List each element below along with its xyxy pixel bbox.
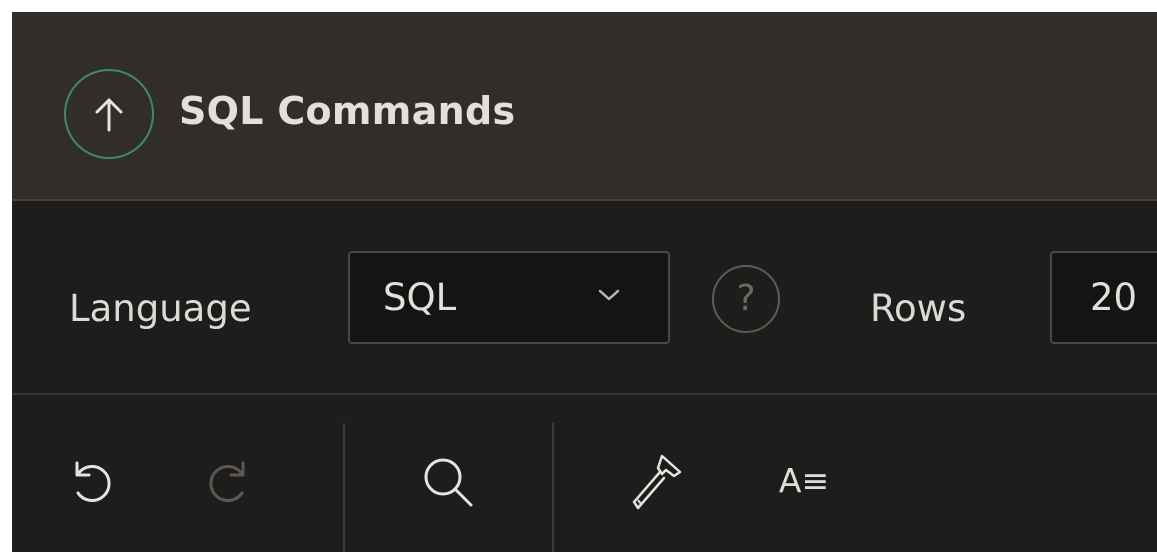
find-button[interactable]: [416, 450, 480, 514]
language-label: Language: [69, 287, 252, 330]
page-header: SQL Commands: [12, 12, 1157, 199]
help-icon[interactable]: ?: [712, 265, 780, 333]
toolbar-separator: [343, 423, 345, 552]
build-button[interactable]: [622, 450, 686, 516]
search-icon: [424, 458, 473, 507]
undo-button[interactable]: [60, 450, 118, 508]
language-select[interactable]: SQL: [348, 251, 670, 344]
format-icon: A≡: [778, 461, 830, 500]
redo-button[interactable]: [202, 450, 260, 508]
chevron-down-icon: [598, 289, 620, 301]
language-select-value: SQL: [383, 276, 457, 319]
rows-label: Rows: [870, 287, 967, 330]
editor-toolbar: A≡: [12, 395, 1157, 552]
toolbar-separator: [552, 423, 554, 552]
settings-bar: Language SQL ? Rows: [12, 201, 1157, 393]
navigate-up-button[interactable]: [64, 69, 154, 159]
format-button[interactable]: A≡: [764, 455, 844, 507]
rows-input[interactable]: [1050, 251, 1157, 344]
up-arrow-icon: [95, 98, 123, 132]
sql-commands-page: SQL Commands Language SQL ? Rows 20 A≡: [12, 12, 1157, 552]
redo-icon: [209, 461, 245, 502]
page-title: SQL Commands: [179, 89, 516, 133]
undo-icon: [75, 461, 111, 502]
hammer-icon: [632, 454, 682, 510]
